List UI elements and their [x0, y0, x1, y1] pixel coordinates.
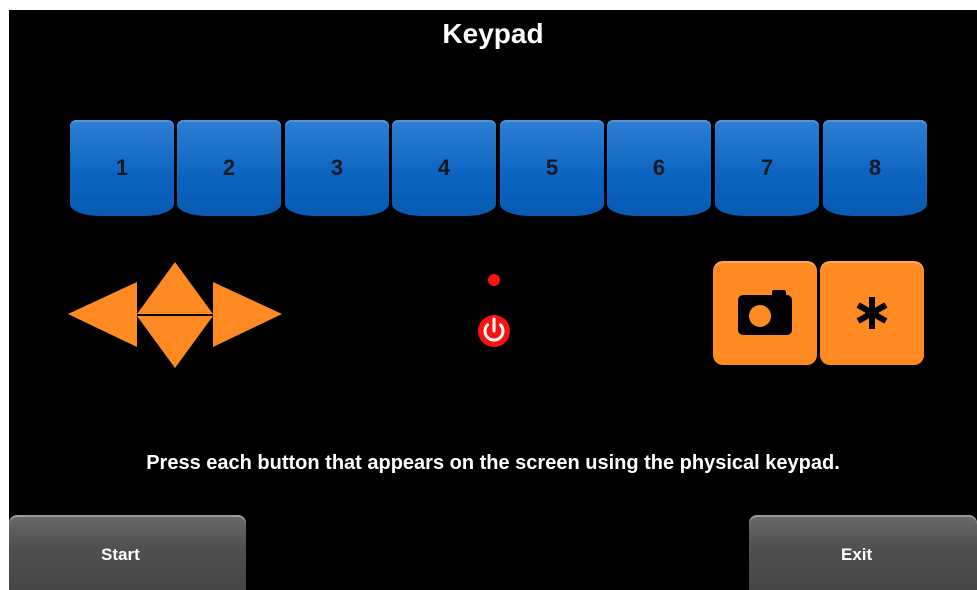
instruction-text: Press each button that appears on the sc…	[146, 452, 840, 474]
start-button-label: Start	[101, 545, 140, 564]
arrow-left-icon[interactable]	[68, 282, 137, 347]
asterisk-button[interactable]	[820, 261, 924, 365]
screen: Keypad 1 2 3 4 5 6 7 8 Press each button…	[0, 0, 977, 590]
exit-button-label: Exit	[841, 545, 873, 564]
direction-pad	[67, 261, 283, 369]
arrow-right-icon[interactable]	[213, 282, 282, 347]
number-key-7[interactable]: 7	[715, 120, 819, 216]
power-control	[471, 272, 519, 360]
arrow-down-icon[interactable]	[137, 316, 213, 368]
number-key-4[interactable]: 4	[392, 120, 496, 216]
power-icon[interactable]	[475, 312, 513, 350]
led-indicator-icon	[488, 274, 500, 286]
number-key-3[interactable]: 3	[285, 120, 389, 216]
start-button[interactable]: Start	[9, 515, 246, 590]
keypad-test-screen: Keypad 1 2 3 4 5 6 7 8 Press each button…	[9, 10, 977, 590]
camera-button[interactable]	[713, 261, 817, 365]
number-key-8[interactable]: 8	[823, 120, 927, 216]
camera-icon	[738, 290, 792, 335]
page-title: Keypad	[442, 18, 544, 49]
arrow-up-icon[interactable]	[137, 262, 213, 314]
number-key-5[interactable]: 5	[500, 120, 604, 216]
asterisk-icon	[856, 297, 888, 329]
number-key-6[interactable]: 6	[607, 120, 711, 216]
number-key-1[interactable]: 1	[70, 120, 174, 216]
number-key-2[interactable]: 2	[177, 120, 281, 216]
exit-button[interactable]: Exit	[749, 515, 977, 590]
